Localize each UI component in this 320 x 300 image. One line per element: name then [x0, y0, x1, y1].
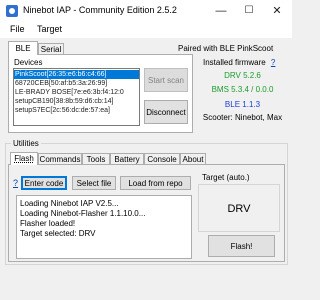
list-item[interactable]: setupCB190[38:8b:59:d6:cb:14] — [14, 97, 139, 106]
devices-list[interactable]: PinkScoot[26:35:e6:b6:c4:66] 68720CEB[50… — [13, 68, 140, 126]
firmware-help-link[interactable]: ? — [271, 58, 275, 67]
close-icon[interactable]: ✕ — [264, 2, 290, 20]
title-bar[interactable]: Ninebot IAP - Community Edition 2.5.2 — … — [0, 0, 292, 22]
installed-firmware-label: Installed firmware ? — [203, 58, 275, 67]
connection-status: Paired with BLE PinkScoot — [178, 44, 274, 53]
menu-file[interactable]: File — [10, 24, 25, 34]
list-item[interactable]: setupS7EC[2c:56:dc:de:57:ea] — [14, 106, 139, 115]
log-line: Loading Ninebot IAP V2.5... — [20, 199, 119, 208]
tab-flash[interactable]: Flash — [10, 152, 38, 165]
log-line: Target selected: DRV — [20, 229, 96, 238]
load-from-repo-button[interactable]: Load from repo — [120, 176, 191, 190]
flash-help-link[interactable]: ? — [13, 178, 18, 188]
menu-bar: File Target — [0, 22, 292, 38]
target-box: DRV — [198, 184, 280, 232]
list-item[interactable]: PinkScoot[26:35:e6:b6:c4:66] — [14, 70, 139, 79]
ble-panel: Devices PinkScoot[26:35:e6:b6:c4:66] 687… — [8, 54, 193, 133]
log-line: Flasher loaded! — [20, 219, 76, 228]
scooter-model: Scooter: Ninebot, Max — [202, 113, 283, 122]
select-file-button[interactable]: Select file — [72, 176, 116, 190]
list-item[interactable]: LE-BRADY BOSE[7e:e6:3b:f4:12:0 — [14, 88, 139, 97]
flash-tab-page: ? Enter code Select file Load from repo … — [8, 164, 285, 262]
target-value: DRV — [227, 203, 251, 215]
ble-version: BLE 1.1.3 — [224, 100, 261, 109]
target-label: Target (auto.) — [202, 173, 250, 182]
minimize-icon[interactable]: — — [208, 2, 234, 20]
flash-log: Loading Ninebot IAP V2.5... Loading Nine… — [16, 195, 192, 259]
app-icon — [6, 5, 18, 17]
enter-code-button[interactable]: Enter code — [21, 176, 67, 190]
installed-firmware-text: Installed firmware — [203, 58, 266, 67]
tab-ble[interactable]: BLE — [8, 41, 38, 55]
disconnect-button[interactable]: Disconnect — [144, 100, 188, 124]
devices-label: Devices — [14, 58, 43, 67]
flash-button[interactable]: Flash! — [208, 235, 275, 257]
menu-target[interactable]: Target — [37, 24, 62, 34]
start-scan-button[interactable]: Start scan — [144, 68, 188, 92]
log-line: Loading Ninebot-Flasher 1.1.10.0... — [20, 209, 146, 218]
list-item[interactable]: 68720CEB[50:af:b5:3a:26:99] — [14, 79, 139, 88]
utilities-label: Utilities — [11, 139, 41, 148]
bms-version: BMS 5.3.4 / 0.0.0 — [211, 85, 274, 94]
window-title: Ninebot IAP - Community Edition 2.5.2 — [23, 5, 177, 15]
maximize-icon[interactable]: ☐ — [236, 2, 262, 20]
drv-version: DRV 5.2.6 — [224, 71, 261, 80]
